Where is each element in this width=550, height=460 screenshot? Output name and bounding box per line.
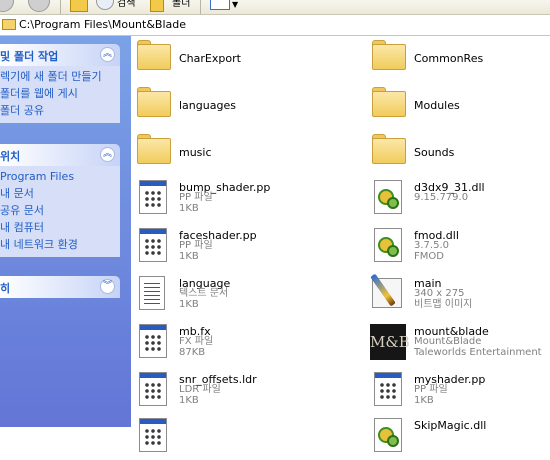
folder-icon: [372, 87, 406, 117]
folder-item[interactable]: music: [131, 130, 361, 174]
up-folder-icon[interactable]: [70, 0, 88, 12]
panel-title: 및 폴더 작업: [0, 50, 59, 63]
folders-button-label[interactable]: 폴더: [172, 0, 190, 14]
panel-title: 히: [0, 282, 11, 295]
file-name: Modules: [414, 99, 460, 112]
folder-item[interactable]: CommonRes: [366, 36, 550, 80]
panel-header[interactable]: 및 폴더 작업 ︽: [0, 44, 120, 66]
file-size: 87KB: [179, 347, 206, 358]
file-item[interactable]: bump_shader.pp PP 파일 1KB: [131, 178, 361, 222]
document-icon: [374, 372, 402, 406]
task-link[interactable]: 폴더 공유: [0, 102, 120, 119]
panel-links: 렉기에 새 폴더 만들기 폴더를 웹에 게시 폴더 공유: [0, 66, 120, 123]
dll-gear-icon: [374, 180, 402, 214]
file-name: languages: [179, 99, 236, 112]
panel-header[interactable]: 히 ︾: [0, 276, 120, 298]
file-type: LDR 파일: [179, 384, 221, 395]
details-panel: 히 ︾: [0, 276, 120, 298]
back-button[interactable]: [0, 0, 14, 12]
file-type: Mount&Blade: [414, 336, 482, 347]
file-type: PP 파일: [179, 240, 213, 251]
file-item[interactable]: faceshader.pp PP 파일 1KB: [131, 226, 361, 270]
other-places-panel: 위치 ︽ Program Files 내 문서 공유 문서 내 컴퓨터 내 네트워크 환…: [0, 144, 120, 257]
panel-header[interactable]: 위치 ︽: [0, 144, 120, 166]
file-type: PP 파일: [179, 192, 213, 203]
file-name: CharExport: [179, 52, 241, 65]
folder-icon: [372, 134, 406, 164]
folder-item[interactable]: Modules: [366, 83, 550, 127]
folder-item[interactable]: CharExport: [131, 36, 361, 80]
file-size: 비트맵 이미지: [414, 299, 473, 310]
file-list: CharExport CommonRes languages Modules music…: [131, 36, 550, 452]
folder-icon: [137, 40, 171, 70]
folder-item[interactable]: languages: [131, 83, 361, 127]
file-item[interactable]: myshader.pp PP 파일 1KB: [366, 370, 550, 414]
collapse-icon[interactable]: ︽: [100, 47, 115, 62]
file-item[interactable]: M&B mount&blade Mount&Blade Taleworlds Ente…: [366, 322, 550, 366]
search-icon[interactable]: [96, 0, 114, 10]
panel-title: 위치: [0, 150, 21, 163]
folder-icon: [137, 87, 171, 117]
document-icon: [139, 372, 167, 406]
file-name: music: [179, 146, 212, 159]
file-size: 1KB: [179, 251, 199, 262]
views-button[interactable]: [210, 0, 230, 10]
address-bar[interactable]: C:\Program Files\Mount&Blade: [0, 14, 550, 36]
document-icon: [139, 418, 167, 452]
file-type: 텍스트 문서: [179, 288, 229, 299]
text-file-icon: [139, 276, 165, 310]
address-path[interactable]: C:\Program Files\Mount&Blade: [19, 18, 186, 31]
file-item[interactable]: snr_offsets.ldr LDR 파일 1KB: [131, 370, 361, 414]
expand-icon[interactable]: ︾: [100, 279, 115, 294]
file-size: FMOD: [414, 251, 444, 262]
file-name: SkipMagic.dll: [414, 419, 487, 432]
chevron-down-icon[interactable]: ▼: [232, 0, 238, 14]
file-size: 1KB: [179, 203, 199, 214]
file-type: 3.7.5.0: [414, 240, 449, 251]
file-size: Taleworlds Entertainment: [414, 347, 542, 358]
file-type: PP 파일: [414, 384, 448, 395]
dll-gear-icon: [374, 418, 402, 452]
document-icon: [139, 324, 167, 358]
dll-gear-icon: [374, 228, 402, 262]
folder-icon: [137, 134, 171, 164]
task-link[interactable]: 폴더를 웹에 게시: [0, 85, 120, 102]
forward-button[interactable]: [28, 0, 50, 12]
paint-brush-icon: [370, 273, 404, 312]
file-type: 340 x 275: [414, 288, 465, 299]
folders-icon[interactable]: [150, 0, 164, 12]
file-size: 1KB: [179, 299, 199, 310]
file-item[interactable]: SkipMagic.dll: [366, 416, 550, 460]
task-link[interactable]: 렉기에 새 폴더 만들기: [0, 68, 120, 85]
mount-blade-app-icon: M&B: [370, 324, 410, 360]
toolbar: 검색 폴더 ▼: [0, 0, 550, 14]
folder-icon: [372, 40, 406, 70]
folder-icon: [2, 19, 16, 30]
file-folder-tasks-panel: 및 폴더 작업 ︽ 렉기에 새 폴더 만들기 폴더를 웹에 게시 폴더 공유: [0, 44, 120, 123]
search-button-label[interactable]: 검색: [117, 0, 135, 14]
file-type: FX 파일: [179, 336, 214, 347]
file-item[interactable]: language 텍스트 문서 1KB: [131, 274, 361, 318]
collapse-icon[interactable]: ︽: [100, 147, 115, 162]
file-size: 1KB: [179, 395, 199, 406]
file-item[interactable]: d3dx9_31.dll 9.15.779.0: [366, 178, 550, 222]
task-link[interactable]: Program Files: [0, 168, 120, 185]
panel-links: Program Files 내 문서 공유 문서 내 컴퓨터 내 네트워크 환경: [0, 166, 120, 257]
task-pane: 및 폴더 작업 ︽ 렉기에 새 폴더 만들기 폴더를 웹에 게시 폴더 공유 위치 …: [0, 36, 131, 427]
task-link[interactable]: 내 컴퓨터: [0, 219, 120, 236]
file-size: 1KB: [414, 395, 434, 406]
file-type: 9.15.779.0: [414, 192, 469, 203]
folder-item[interactable]: Sounds: [366, 130, 550, 174]
task-link[interactable]: 공유 문서: [0, 202, 120, 219]
task-link[interactable]: 내 문서: [0, 185, 120, 202]
file-item[interactable]: [131, 416, 361, 460]
file-item[interactable]: mb.fx FX 파일 87KB: [131, 322, 361, 366]
task-link[interactable]: 내 네트워크 환경: [0, 236, 120, 253]
document-icon: [139, 228, 167, 262]
file-name: Sounds: [414, 146, 455, 159]
document-icon: [139, 180, 167, 214]
file-item[interactable]: fmod.dll 3.7.5.0 FMOD: [366, 226, 550, 270]
file-name: CommonRes: [414, 52, 484, 65]
file-item[interactable]: main 340 x 275 비트맵 이미지: [366, 273, 550, 318]
